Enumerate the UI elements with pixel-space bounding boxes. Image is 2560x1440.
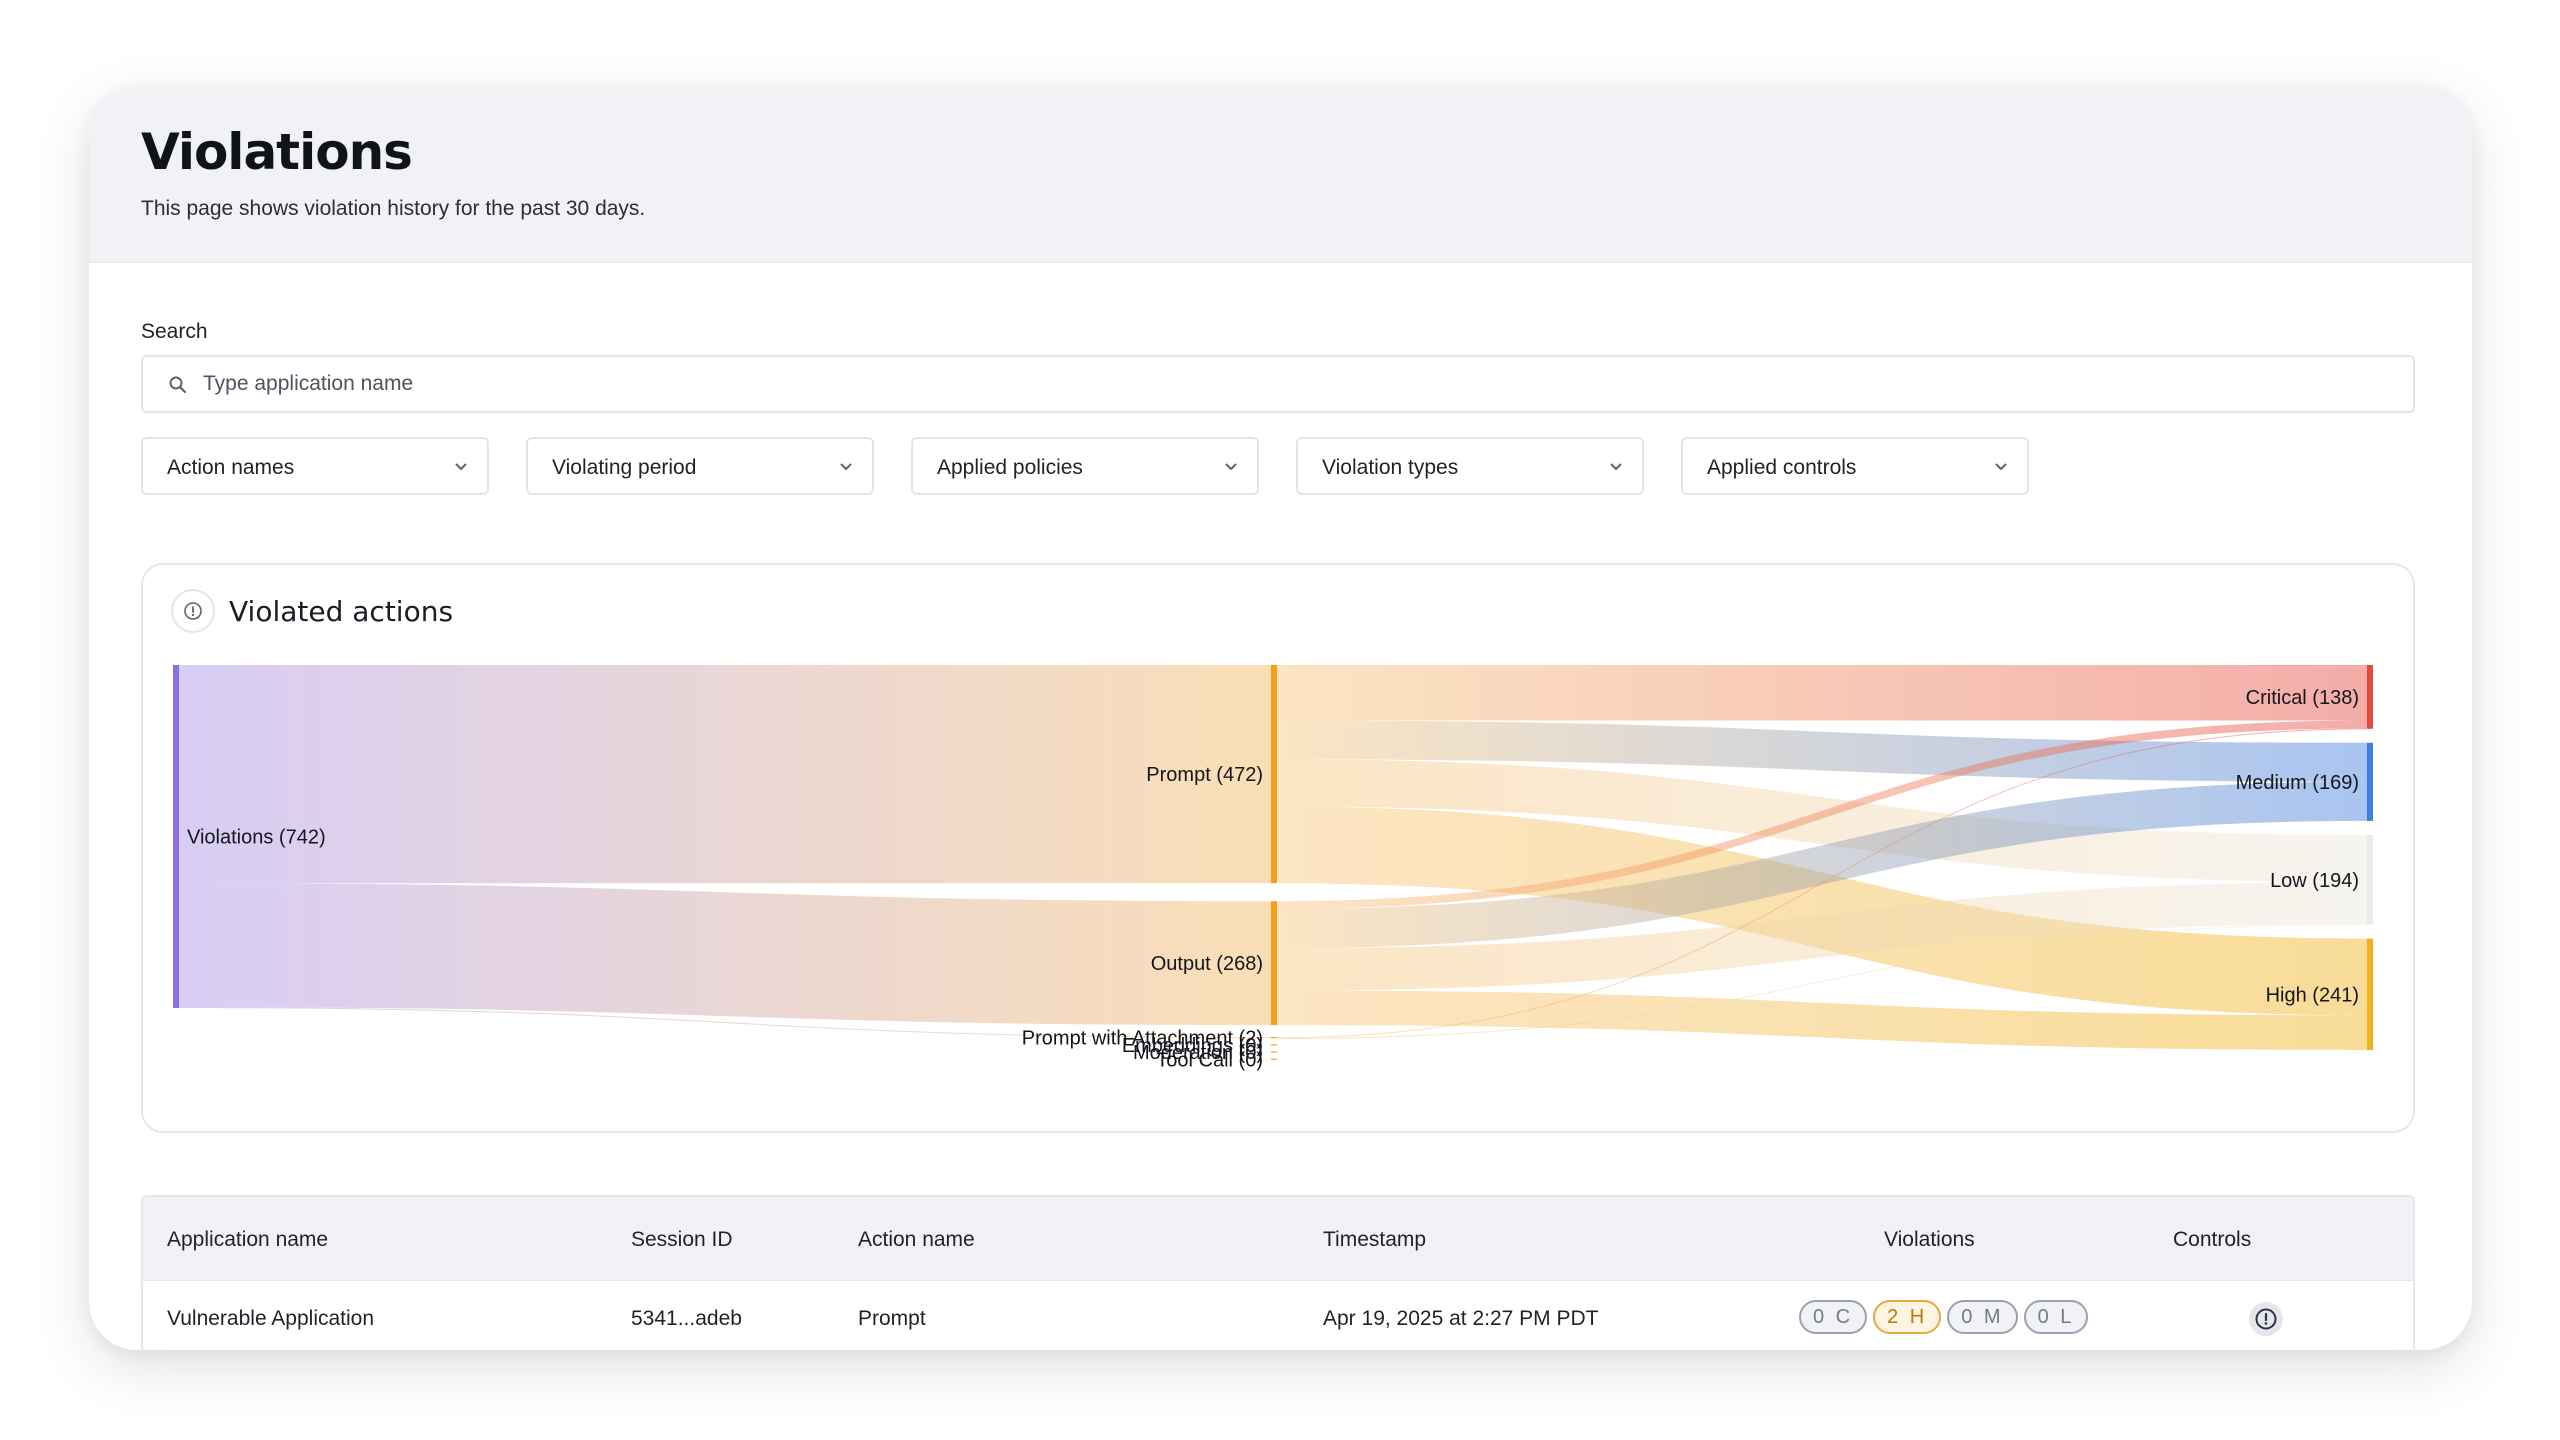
search-input[interactable] [203, 365, 2393, 403]
sankey-label-high: High (241) [2266, 984, 2359, 1006]
badge-low: 0 L [2023, 1300, 2089, 1334]
badge-high: 2 H [1873, 1300, 1942, 1334]
page-subtitle: This page shows violation history for th… [141, 197, 646, 220]
sankey-node-tool_call[interactable] [1271, 1058, 1277, 1060]
sankey-link [1277, 665, 2367, 721]
chevron-down-icon [1995, 463, 2007, 471]
sankey-label-critical: Critical (138) [2246, 687, 2359, 709]
sankey-node-embeddings[interactable] [1271, 1044, 1277, 1046]
sankey-node-output[interactable] [1271, 901, 1277, 1026]
chevron-down-icon [455, 463, 467, 471]
sankey-label-output: Output (268) [1151, 953, 1263, 975]
app-window: Violations This page shows violation his… [89, 87, 2472, 1350]
cell-action-name: Prompt [858, 1307, 926, 1330]
search-icon [169, 376, 187, 394]
sankey-node-medium[interactable] [2367, 742, 2373, 821]
violations-table: Application name Session ID Action name … [141, 1195, 2415, 1350]
filter-violation-types[interactable]: Violation types [1296, 437, 1644, 495]
column-header[interactable]: Application name [167, 1228, 328, 1252]
filter-applied-policies[interactable]: Applied policies [911, 437, 1259, 495]
cell-session-id: 5341...adeb [631, 1307, 742, 1330]
sankey-node-violations[interactable] [173, 665, 179, 1008]
filter-violating-period[interactable]: Violating period [526, 437, 874, 495]
column-header[interactable]: Action name [858, 1228, 975, 1252]
filter-label: Action names [167, 456, 295, 479]
page-title: Violations [141, 123, 413, 181]
sankey-node-critical[interactable] [2367, 665, 2373, 729]
badge-medium: 0 M [1947, 1300, 2018, 1334]
chevron-down-icon [1610, 463, 1622, 471]
sankey-node-moderation[interactable] [1271, 1051, 1277, 1053]
sankey-label-violations: Violations (742) [187, 827, 326, 849]
filter-label: Applied controls [1707, 456, 1857, 479]
column-header[interactable]: Timestamp [1323, 1228, 1426, 1252]
filter-applied-controls[interactable]: Applied controls [1681, 437, 2029, 495]
sankey-link [179, 665, 1271, 884]
sankey-node-prompt_attach[interactable] [1271, 1037, 1277, 1039]
filter-action-names[interactable]: Action names [141, 437, 489, 495]
cell-application-name: Vulnerable Application [167, 1307, 375, 1330]
table-row[interactable]: Vulnerable Application 5341...adeb Promp… [143, 1282, 2413, 1350]
filter-label: Applied policies [937, 456, 1083, 479]
violation-badges: 0 C 2 H 0 M 0 L [1799, 1300, 2089, 1334]
filter-label: Violation types [1322, 456, 1459, 479]
violated-actions-card: Violated actions Violations (742) Prompt … [141, 563, 2415, 1133]
sankey-label-tool_call: Tool Call (0) [1156, 1049, 1263, 1071]
chevron-down-icon [1225, 463, 1237, 471]
search-box[interactable] [141, 355, 2415, 413]
filter-label: Violating period [552, 456, 697, 479]
column-header[interactable]: Session ID [631, 1228, 733, 1252]
table-header: Application name Session ID Action name … [143, 1197, 2413, 1281]
chevron-down-icon [840, 463, 852, 471]
sankey-label-medium: Medium (169) [2236, 772, 2359, 794]
sankey-link [179, 883, 1271, 1026]
sankey-label-low: Low (194) [2270, 870, 2359, 892]
sankey-chart: Violations (742) Prompt (472) Output (268)… [173, 665, 2373, 1071]
sankey-node-low[interactable] [2367, 834, 2373, 925]
cell-timestamp: Apr 19, 2025 at 2:27 PM PDT [1323, 1307, 1599, 1330]
alert-circle-icon[interactable] [2249, 1302, 2283, 1336]
sankey-node-high[interactable] [2367, 938, 2373, 1050]
column-header[interactable]: Controls [2173, 1228, 2251, 1252]
badge-critical: 0 C [1799, 1300, 1868, 1334]
sankey-label-prompt: Prompt (472) [1146, 764, 1263, 786]
search-label: Search [141, 320, 208, 343]
page-header: Violations This page shows violation his… [89, 87, 2472, 263]
sankey-node-prompt[interactable] [1271, 665, 1277, 884]
column-header[interactable]: Violations [1884, 1228, 1975, 1252]
